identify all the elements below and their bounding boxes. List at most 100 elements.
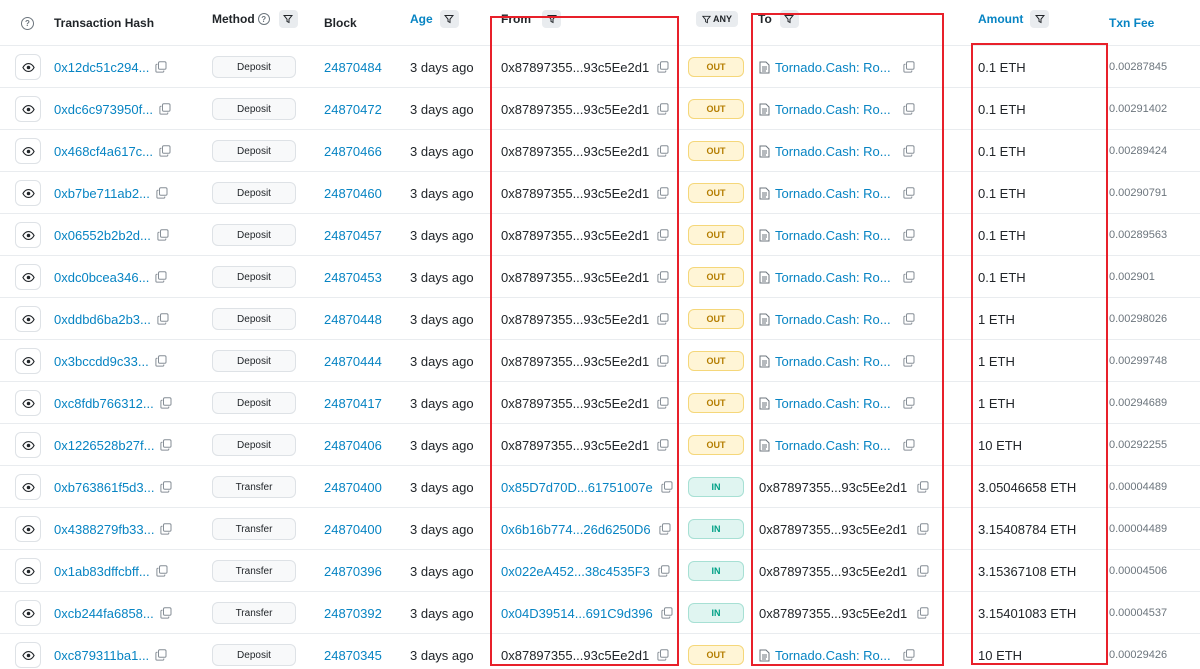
eye-icon[interactable] [15,180,41,206]
from-address[interactable]: 0x87897355...93c5Ee2d1 [501,438,649,453]
txn-fee-header[interactable]: Txn Fee [1109,0,1154,46]
copy-icon[interactable] [917,565,929,577]
block-link[interactable]: 24870406 [324,438,382,453]
eye-icon[interactable] [15,306,41,332]
copy-icon[interactable] [661,481,673,493]
from-address[interactable]: 0x87897355...93c5Ee2d1 [501,648,649,663]
to-address[interactable]: 0x87897355...93c5Ee2d1 [759,606,907,621]
to-address[interactable]: Tornado.Cash: Ro... [775,270,891,285]
copy-icon[interactable] [160,439,172,451]
copy-icon[interactable] [657,61,669,73]
copy-icon[interactable] [661,607,673,619]
copy-icon[interactable] [155,61,167,73]
amount-filter-icon[interactable] [1030,10,1050,28]
to-address[interactable]: Tornado.Cash: Ro... [775,396,891,411]
eye-icon[interactable] [15,558,41,584]
copy-icon[interactable] [657,313,669,325]
eye-icon[interactable] [15,96,41,122]
txn-hash-link[interactable]: 0xdc0bcea346... [54,270,149,285]
copy-icon[interactable] [657,649,669,661]
copy-icon[interactable] [155,649,167,661]
from-address[interactable]: 0x87897355...93c5Ee2d1 [501,144,649,159]
copy-icon[interactable] [903,649,915,661]
copy-icon[interactable] [657,145,669,157]
copy-icon[interactable] [903,61,915,73]
copy-icon[interactable] [903,103,915,115]
txn-hash-link[interactable]: 0x12dc51c294... [54,60,149,75]
block-link[interactable]: 24870400 [324,480,382,495]
txn-hash-link[interactable]: 0xc8fdb766312... [54,396,154,411]
copy-icon[interactable] [903,187,915,199]
eye-icon[interactable] [15,390,41,416]
eye-icon[interactable] [15,432,41,458]
from-address[interactable]: 0x87897355...93c5Ee2d1 [501,60,649,75]
to-address[interactable]: 0x87897355...93c5Ee2d1 [759,564,907,579]
to-address[interactable]: Tornado.Cash: Ro... [775,144,891,159]
txn-hash-link[interactable]: 0xb763861f5d3... [54,480,154,495]
txn-hash-link[interactable]: 0xddbd6ba2b3... [54,312,151,327]
txn-hash-link[interactable]: 0x4388279fb33... [54,522,154,537]
copy-icon[interactable] [160,607,172,619]
copy-icon[interactable] [657,271,669,283]
to-address[interactable]: Tornado.Cash: Ro... [775,228,891,243]
txn-hash-link[interactable]: 0x06552b2b2d... [54,228,151,243]
copy-icon[interactable] [917,523,929,535]
to-address[interactable]: Tornado.Cash: Ro... [775,312,891,327]
copy-icon[interactable] [155,271,167,283]
copy-icon[interactable] [159,103,171,115]
copy-icon[interactable] [160,481,172,493]
txn-hash-link[interactable]: 0x1226528b27f... [54,438,154,453]
copy-icon[interactable] [157,313,169,325]
txn-hash-link[interactable]: 0xb7be711ab2... [54,186,150,201]
block-link[interactable]: 24870460 [324,186,382,201]
block-link[interactable]: 24870444 [324,354,382,369]
txn-hash-link[interactable]: 0x3bccdd9c33... [54,354,149,369]
copy-icon[interactable] [155,355,167,367]
question-icon[interactable]: ? [21,16,34,30]
from-address[interactable]: 0x87897355...93c5Ee2d1 [501,354,649,369]
to-filter-icon[interactable] [779,10,799,28]
block-link[interactable]: 24870472 [324,102,382,117]
to-address[interactable]: Tornado.Cash: Ro... [775,186,891,201]
copy-icon[interactable] [657,187,669,199]
eye-icon[interactable] [15,642,41,668]
from-address[interactable]: 0x87897355...93c5Ee2d1 [501,102,649,117]
to-address[interactable]: 0x87897355...93c5Ee2d1 [759,522,907,537]
block-link[interactable]: 24870466 [324,144,382,159]
to-address[interactable]: 0x87897355...93c5Ee2d1 [759,480,907,495]
copy-icon[interactable] [903,397,915,409]
eye-icon[interactable] [15,474,41,500]
eye-icon[interactable] [15,348,41,374]
block-link[interactable]: 24870457 [324,228,382,243]
age-header[interactable]: Age [410,0,459,42]
amount-header[interactable]: Amount [978,0,1050,42]
copy-icon[interactable] [160,523,172,535]
eye-icon[interactable] [15,222,41,248]
age-filter-icon[interactable] [439,10,459,28]
copy-icon[interactable] [903,229,915,241]
copy-icon[interactable] [903,439,915,451]
copy-icon[interactable] [657,397,669,409]
copy-icon[interactable] [658,565,670,577]
amount-header-label[interactable]: Amount [978,12,1023,26]
from-address[interactable]: 0x6b16b774...26d6250D6 [501,522,651,537]
from-address[interactable]: 0x022eA452...38c4535F3 [501,564,650,579]
from-address[interactable]: 0x87897355...93c5Ee2d1 [501,228,649,243]
eye-icon[interactable] [15,54,41,80]
txn-hash-link[interactable]: 0xdc6c973950f... [54,102,153,117]
block-link[interactable]: 24870484 [324,60,382,75]
copy-icon[interactable] [903,145,915,157]
block-link[interactable]: 24870396 [324,564,382,579]
block-link[interactable]: 24870345 [324,648,382,663]
to-address[interactable]: Tornado.Cash: Ro... [775,102,891,117]
from-address[interactable]: 0x87897355...93c5Ee2d1 [501,312,649,327]
copy-icon[interactable] [903,355,915,367]
txn-hash-link[interactable]: 0xcb244fa6858... [54,606,154,621]
copy-icon[interactable] [917,607,929,619]
copy-icon[interactable] [160,397,172,409]
copy-icon[interactable] [659,523,671,535]
copy-icon[interactable] [903,313,915,325]
txn-hash-link[interactable]: 0xc879311ba1... [54,648,149,663]
eye-icon[interactable] [15,138,41,164]
block-link[interactable]: 24870453 [324,270,382,285]
